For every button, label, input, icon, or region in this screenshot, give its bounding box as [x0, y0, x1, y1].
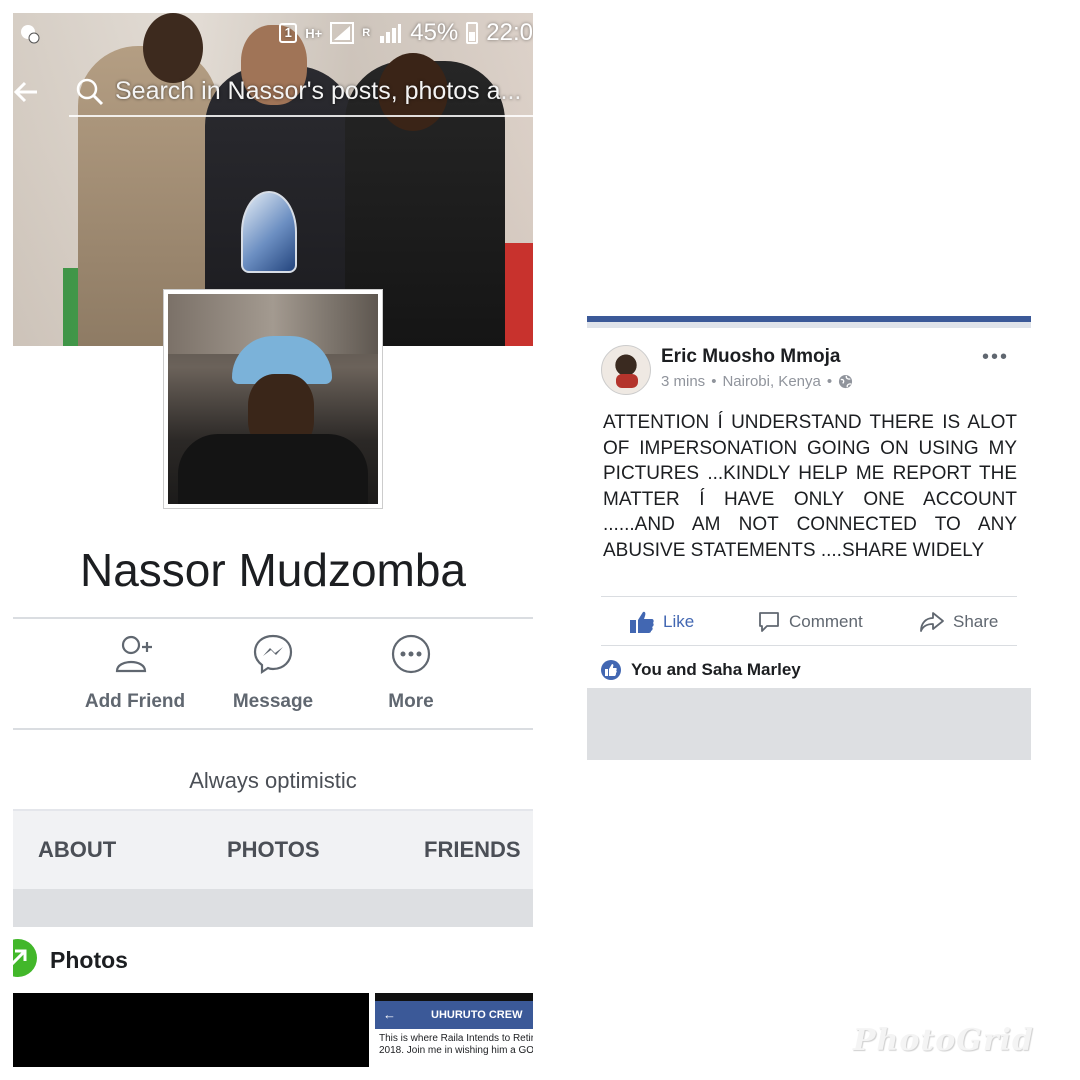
- sim-badge: 1: [279, 23, 298, 43]
- globe-icon: [839, 374, 853, 389]
- post-text: ATTENTION Í UNDERSTAND THERE IS ALOT OF …: [603, 412, 1017, 561]
- messenger-icon: [253, 634, 293, 675]
- profile-screenshot: 1 H+ R 45% 22:0 Search in Nassor's posts…: [13, 13, 533, 1067]
- message-button[interactable]: Message: [203, 633, 343, 713]
- like-reaction-icon: [601, 660, 621, 680]
- status-bar: 1 H+ R 45% 22:0: [13, 13, 533, 57]
- battery-icon: [466, 22, 479, 44]
- likes-summary[interactable]: You and Saha Marley: [601, 660, 801, 680]
- photos-title: Photos: [50, 947, 128, 973]
- photogrid-watermark: PhotoGrid: [852, 1023, 1034, 1058]
- more-label: More: [388, 691, 434, 712]
- search-input[interactable]: Search in Nassor's posts, photos a...: [115, 77, 533, 106]
- message-label: Message: [232, 691, 314, 712]
- share-icon: [920, 612, 944, 632]
- thumb-header-text: UHURUTO CREW: [431, 1009, 523, 1021]
- post-author-name[interactable]: Eric Muosho Mmoja: [661, 346, 840, 368]
- network-type: H+: [305, 25, 323, 41]
- add-friend-icon: [115, 635, 152, 673]
- back-arrow-icon: ←: [383, 1007, 396, 1022]
- thumbs-up-icon: [630, 611, 654, 633]
- back-arrow-icon[interactable]: [13, 75, 39, 109]
- battery-percent: 45%: [410, 19, 459, 46]
- trophy-award: [241, 191, 297, 273]
- post-options-icon[interactable]: •••: [982, 346, 1009, 369]
- add-friend-label: Add Friend: [84, 691, 186, 712]
- post-author-avatar[interactable]: [601, 345, 651, 395]
- photo-thumbnail[interactable]: [13, 993, 369, 1067]
- facebook-post: Eric Muosho Mmoja 3 mins • Nairobi, Keny…: [587, 316, 1031, 760]
- post-time[interactable]: 3 mins: [661, 373, 705, 390]
- profile-tabs: ABOUT PHOTOS FRIENDS: [13, 809, 533, 889]
- thumb-text-line: This is where Raila Intends to Retir: [379, 1033, 533, 1044]
- search-bar[interactable]: Search in Nassor's posts, photos a...: [13, 71, 533, 117]
- tab-about[interactable]: ABOUT: [38, 837, 116, 863]
- photos-icon: [13, 939, 37, 977]
- post-meta: 3 mins • Nairobi, Kenya •: [661, 373, 853, 390]
- post-location[interactable]: Nairobi, Kenya: [722, 373, 820, 390]
- reaction-bar: Like Comment Share: [587, 606, 1031, 646]
- profile-picture[interactable]: [163, 289, 383, 509]
- comment-button[interactable]: Comment: [757, 610, 863, 634]
- profile-tagline: Always optimistic: [189, 768, 357, 793]
- profile-actions: Add Friend Message More: [13, 633, 533, 723]
- comment-icon: [759, 612, 779, 632]
- notification-icon: [21, 25, 40, 44]
- like-button[interactable]: Like: [629, 610, 694, 634]
- likes-text: You and Saha Marley: [631, 660, 801, 679]
- signal-strength-icon: [380, 24, 402, 43]
- more-dots-icon: [391, 634, 431, 674]
- profile-name: Nassor Mudzomba: [79, 544, 467, 596]
- clock: 22:0: [486, 19, 533, 46]
- add-friend-button[interactable]: Add Friend: [65, 633, 205, 713]
- more-button[interactable]: More: [341, 633, 481, 713]
- comments-area: [587, 688, 1031, 760]
- tab-photos[interactable]: PHOTOS: [227, 837, 320, 863]
- photo-thumbnail[interactable]: ← UHURUTO CREW This is where Raila Inten…: [375, 993, 533, 1067]
- like-label: Like: [663, 612, 695, 631]
- share-button[interactable]: Share: [919, 610, 998, 634]
- thumb-text-line: 2018. Join me in wishing him a GO: [379, 1045, 533, 1056]
- comment-label: Comment: [789, 612, 863, 631]
- roaming-indicator: R: [362, 27, 371, 39]
- signal-icon: [330, 22, 355, 44]
- photos-section-header[interactable]: Photos: [13, 937, 533, 987]
- search-icon: [76, 78, 104, 106]
- tab-friends[interactable]: FRIENDS: [424, 837, 521, 863]
- share-label: Share: [953, 612, 999, 631]
